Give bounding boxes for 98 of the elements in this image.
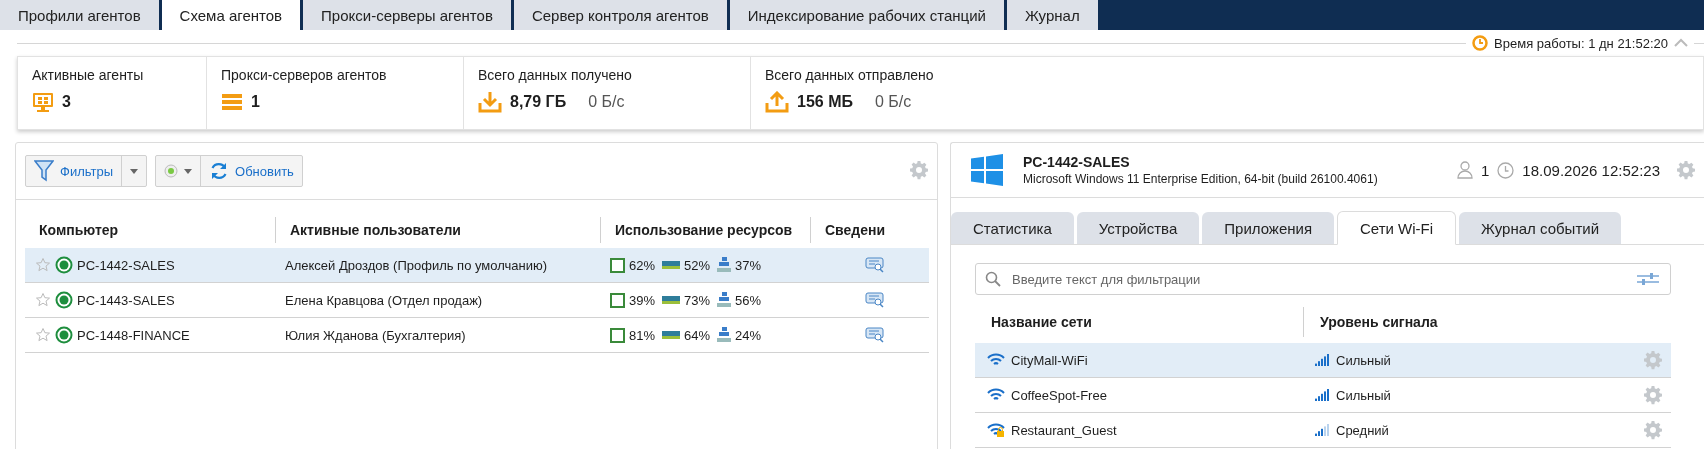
memory-usage: 64% <box>684 327 711 343</box>
windows-logo <box>971 154 1003 186</box>
stat-value: 3 <box>62 93 71 111</box>
settings-icon[interactable] <box>909 159 929 180</box>
uptime-label: Время работы: 1 дн 21:52:20 <box>1494 35 1668 51</box>
tab[interactable]: Журнал событий <box>1459 212 1622 244</box>
computer-name: PC-1443-SALES <box>77 292 175 308</box>
os-version: Microsoft Windows 11 Enterprise Edition, 64-bit (build 26100.4061) <box>1023 172 1378 186</box>
memory-icon <box>662 295 681 305</box>
tab[interactable]: Профили агентов <box>0 0 162 30</box>
disk-icon <box>717 257 732 273</box>
processor-icon <box>610 257 625 273</box>
tab[interactable]: Сети Wi-Fi <box>1337 211 1457 245</box>
monitor-icon <box>32 91 54 113</box>
disk-usage: 56% <box>735 292 762 308</box>
user-name: Алексей Дроздов (Профиль по умолчанию) <box>285 257 548 273</box>
user-name: Юлия Жданова (Бухгалтерия) <box>285 327 466 343</box>
star-icon[interactable] <box>35 327 51 343</box>
tab[interactable]: Устройства <box>1076 212 1200 244</box>
stat-title: Прокси-серверов агентов <box>221 67 388 83</box>
table-row[interactable]: PC-1443-SALES Елена Кравцова (Отдел продаж) 39% 73% 56% <box>25 283 929 318</box>
download-icon <box>478 91 502 113</box>
signal-level: Сильный <box>1336 387 1391 403</box>
memory-icon <box>662 260 681 270</box>
sliders-icon[interactable] <box>1637 272 1659 286</box>
tab[interactable]: Индексирование рабочих станций <box>729 0 1007 30</box>
disk-usage: 37% <box>735 257 762 273</box>
collapse-icon[interactable] <box>1674 38 1688 48</box>
timestamp: 18.09.2026 12:52:23 <box>1522 161 1660 179</box>
row-settings-icon[interactable] <box>1643 385 1663 405</box>
disk-icon <box>717 292 732 308</box>
user-icon <box>1457 161 1473 179</box>
cpu-usage: 39% <box>629 292 656 308</box>
signal-level: Средний <box>1336 422 1389 438</box>
column-header[interactable]: Сведени <box>810 217 929 243</box>
details-icon[interactable] <box>864 327 885 343</box>
status-icon <box>55 326 73 344</box>
refresh-icon <box>209 161 229 181</box>
star-icon[interactable] <box>35 257 51 273</box>
tab[interactable]: Статистика <box>951 212 1074 244</box>
disk-usage: 24% <box>735 327 762 343</box>
column-header[interactable]: Использование ресурсов <box>600 217 810 243</box>
star-icon[interactable] <box>35 292 51 308</box>
stat-rate: 0 Б/с <box>874 93 912 111</box>
memory-usage: 73% <box>684 292 711 308</box>
caret-icon <box>184 168 192 174</box>
stat-rate: 0 Б/с <box>588 93 625 111</box>
network-name: CoffeeSpot-Free <box>1011 387 1107 403</box>
table-row[interactable]: CityMall-WiFi Сильный <box>975 343 1671 378</box>
search-field[interactable]: Введите текст для фильтрации <box>975 263 1671 295</box>
tab[interactable]: Сервер контроля агентов <box>513 0 730 30</box>
memory-usage: 52% <box>684 257 711 273</box>
stat-title: Всего данных отправлено <box>765 67 935 83</box>
row-settings-icon[interactable] <box>1643 420 1663 440</box>
funnel-icon <box>34 160 54 182</box>
status-icon <box>164 164 178 178</box>
processor-icon <box>610 292 625 308</box>
user-count: 1 <box>1481 161 1490 179</box>
cpu-usage: 81% <box>629 327 656 343</box>
stat-title: Активные агенты <box>32 67 145 83</box>
disk-icon <box>717 327 732 343</box>
table-row[interactable]: PC-1448-FINANCE Юлия Жданова (Бухгалтерия) 81% 64% 24% <box>25 318 929 353</box>
processor-icon <box>610 327 625 343</box>
column-header[interactable]: Название сети <box>975 307 1303 337</box>
column-header[interactable]: Активные пользователи <box>275 217 600 243</box>
clock-icon <box>1497 161 1515 179</box>
network-name: CityMall-WiFi <box>1011 352 1088 368</box>
column-header[interactable]: Компьютер <box>25 217 275 243</box>
settings-icon[interactable] <box>1676 160 1696 180</box>
table-row[interactable]: PC-1442-SALES Алексей Дроздов (Профиль по умолчанию) 62% 52% 37% <box>25 248 929 283</box>
stat-value: 8,79 ГБ <box>510 93 567 111</box>
user-name: Елена Кравцова (Отдел продаж) <box>285 292 483 308</box>
server-icon <box>221 91 243 113</box>
tab[interactable]: Приложения <box>1202 212 1335 244</box>
clock-icon <box>1472 35 1489 51</box>
cpu-usage: 62% <box>629 257 656 273</box>
stat-value: 156 МБ <box>797 93 853 111</box>
status-icon <box>55 256 73 274</box>
row-settings-icon[interactable] <box>1643 350 1663 370</box>
stat-title: Всего данных получено <box>478 67 633 83</box>
status-icon <box>55 291 73 309</box>
memory-icon <box>662 330 681 340</box>
computer-name: PC-1448-FINANCE <box>77 327 190 343</box>
computer-name: PC-1442-SALES <box>77 257 175 273</box>
tab[interactable]: Журнал <box>1006 0 1101 30</box>
caret-icon <box>130 168 138 174</box>
column-header[interactable]: Уровень сигнала <box>1303 307 1631 337</box>
computer-name: PC-1442-SALES <box>1023 154 1131 170</box>
details-icon[interactable] <box>864 292 885 308</box>
details-icon[interactable] <box>864 257 885 273</box>
search-icon <box>985 271 1001 287</box>
upload-icon <box>765 91 789 113</box>
table-row[interactable]: CoffeeSpot-Free Сильный <box>975 378 1671 413</box>
stat-value: 1 <box>251 93 260 111</box>
table-row[interactable]: Restaurant_Guest Средний <box>975 413 1671 448</box>
tab[interactable]: Прокси-серверы агентов <box>303 0 514 30</box>
network-name: Restaurant_Guest <box>1011 422 1117 438</box>
signal-level: Сильный <box>1336 352 1391 368</box>
